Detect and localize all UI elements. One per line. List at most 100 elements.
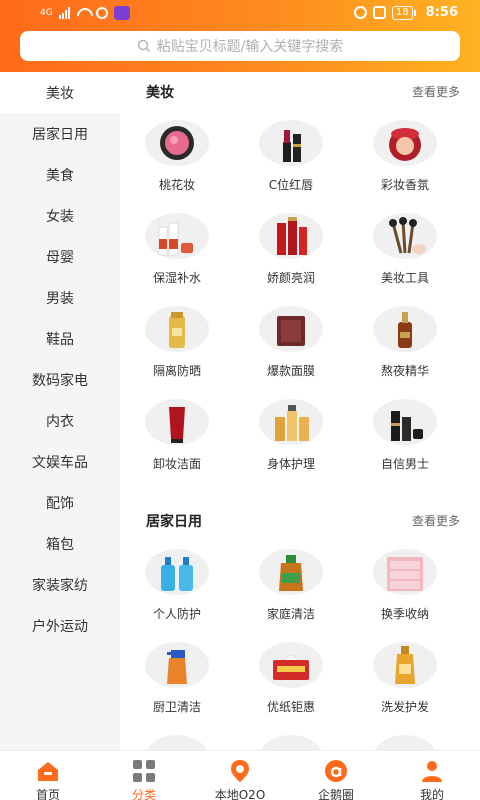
tab-label: 企鹅圈 [317,788,354,800]
category-item[interactable]: 隔离防晒 [120,306,234,399]
blush-compact-icon [145,120,209,166]
category-item[interactable]: 桃花妆 [120,120,234,213]
category-item[interactable]: 厨卫清洁 [120,642,234,735]
circle-a-icon [324,759,348,783]
sidebar-item[interactable]: 美食 [0,154,120,195]
category-item[interactable]: 爆款面膜 [234,306,348,399]
search-icon [137,39,150,53]
tab-penguin-circle[interactable]: 企鹅圈 [288,755,384,800]
sidebar-item[interactable]: 美妆 [0,72,120,113]
sidebar-item[interactable]: 家装家纺 [0,564,120,605]
tab-label: 本地O2O [214,788,266,800]
sidebar-item-label: 母婴 [46,249,74,266]
sidebar-item-label: 文娱车品 [32,454,88,471]
network-type: 4G [40,8,53,18]
view-more-link[interactable]: 查看更多 [412,83,460,100]
sidebar-item[interactable]: 数码家电 [0,359,120,400]
status-bar: 4G 18 8:56 [0,0,480,28]
sidebar-item-label: 家装家纺 [32,577,88,594]
sidebar-item[interactable]: 内衣 [0,400,120,441]
sunscreen-icon [145,306,209,352]
category-item-label: 换季收纳 [380,607,429,621]
tab-profile[interactable]: 我的 [384,755,480,800]
tab-home[interactable]: 首页 [0,755,96,800]
category-item-label: 爆款面膜 [266,364,315,378]
category-item[interactable]: 彩妆香氛 [348,120,462,213]
sidebar-item[interactable]: 配饰 [0,482,120,523]
disinfectant-icon [259,549,323,595]
section-header: 居家日用 查看更多 [120,511,480,531]
sidebar-item-label: 箱包 [46,536,74,553]
sidebar-item-label: 男装 [46,290,74,307]
header: 4G 18 8:56 粘贴宝贝标题/输入关键字搜索 [0,0,480,72]
category-item-label: 家庭清洁 [266,607,315,621]
sidebar-item-label: 配饰 [46,495,74,512]
category-item[interactable]: 身体护理 [234,399,348,492]
sidebar-item[interactable]: 箱包 [0,523,120,564]
product-icon [145,735,209,750]
status-left: 4G [40,6,130,20]
app-notification-icon [95,7,108,19]
category-sidebar: 美妆居家日用美食女装母婴男装鞋品数码家电内衣文娱车品配饰箱包家装家纺户外运动 [0,72,120,750]
red-bottles-icon [259,213,323,259]
category-grid-icon [132,759,156,783]
category-item-label: 熬夜精华 [380,364,429,378]
category-item[interactable]: 个人防护 [120,549,234,642]
category-item[interactable]: 美妆工具 [348,213,462,306]
sidebar-item-label: 内衣 [46,413,74,430]
sidebar-item-label: 数码家电 [32,372,88,389]
category-item[interactable] [234,735,348,750]
category-item-label: 桃花妆 [158,178,195,192]
category-item-label: 娇颜亮润 [266,271,315,285]
sidebar-item-label: 居家日用 [32,126,88,143]
tab-local-o2o[interactable]: 本地O2O [192,755,288,800]
tab-category[interactable]: 分类 [96,755,192,800]
sidebar-item[interactable]: 文娱车品 [0,441,120,482]
home-icon [36,759,60,783]
category-item[interactable]: 熬夜精华 [348,306,462,399]
hand-sanitizer-icon [145,549,209,595]
section-header: 美妆 查看更多 [120,82,480,102]
storage-drawer-icon [373,549,437,595]
lipstick-icon [259,120,323,166]
bottom-tab-bar: 首页 分类 本地O2O 企鹅圈 我的 [0,750,480,800]
category-item[interactable]: 换季收纳 [348,549,462,642]
category-item[interactable]: C位红唇 [234,120,348,213]
battery-level: 18 [391,5,413,20]
sidebar-item[interactable]: 男装 [0,277,120,318]
skincare-set-icon [145,213,209,259]
sidebar-item[interactable]: 户外运动 [0,605,120,646]
signal-icon [58,7,70,19]
sidebar-item[interactable]: 居家日用 [0,113,120,154]
spray-cleaner-icon [145,642,209,688]
mens-skincare-icon [373,399,437,445]
sidebar-item[interactable]: 女装 [0,195,120,236]
category-item[interactable] [348,735,462,750]
category-item[interactable]: 娇颜亮润 [234,213,348,306]
app-root: 4G 18 8:56 粘贴宝贝标题/输入关键字搜索 美妆 居家日用 美食 女装 … [0,0,480,800]
sidebar-item[interactable]: 母婴 [0,236,120,277]
sidebar-item[interactable]: 鞋品 [0,318,120,359]
view-more-link[interactable]: 查看更多 [412,512,460,529]
category-item[interactable]: 保湿补水 [120,213,234,306]
category-item-label: 身体护理 [266,457,315,471]
clock: 8:56 [425,5,458,20]
face-mask-icon [259,306,323,352]
sidebar-item-label: 美食 [46,167,74,184]
sidebar-item-label: 户外运动 [32,618,88,635]
alarm-icon [353,6,367,19]
category-item[interactable]: 自信男士 [348,399,462,492]
category-item-label: 优纸钜惠 [266,700,315,714]
section-title: 美妆 [146,85,174,101]
search-bar[interactable]: 粘贴宝贝标题/输入关键字搜索 [20,31,460,61]
category-item[interactable]: 卸妆洁面 [120,399,234,492]
category-item[interactable] [120,735,234,750]
battery-icon: 18 [391,5,416,20]
wifi-icon [76,7,90,19]
product-icon [373,735,437,750]
category-item[interactable]: 家庭清洁 [234,549,348,642]
category-item[interactable]: 优纸钜惠 [234,642,348,735]
category-item-label: 洗发护发 [380,700,429,714]
section-title: 居家日用 [146,514,202,530]
category-item[interactable]: 洗发护发 [348,642,462,735]
